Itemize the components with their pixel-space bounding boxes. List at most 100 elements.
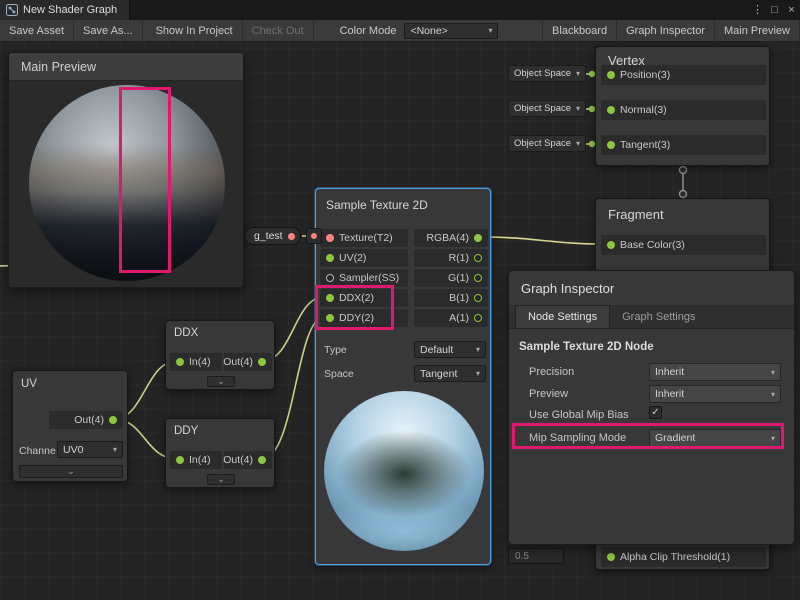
window-close-icon[interactable]: × <box>783 0 800 20</box>
alphaclip-default-value[interactable]: 0.5 <box>508 548 564 564</box>
tangent-port[interactable] <box>607 141 615 149</box>
graph-inspector-panel[interactable]: Graph Inspector Node Settings Graph Sett… <box>508 270 795 545</box>
output-slot-b[interactable]: B(1) <box>414 289 488 307</box>
input-slot-sampler[interactable]: Sampler(SS) <box>320 269 408 287</box>
show-in-project-label: Show In Project <box>156 25 233 37</box>
graph-inspector-toggle-button[interactable]: Graph Inspector <box>617 20 715 41</box>
uv-out-slot[interactable]: Out(4) <box>49 411 123 429</box>
window-controls: ⋮ □ × <box>749 0 800 20</box>
chevron-down-icon: ⌄ <box>217 377 225 386</box>
position-label: Position(3) <box>620 69 670 81</box>
property-output-port[interactable] <box>288 233 295 240</box>
r-output-port[interactable] <box>474 254 482 262</box>
rgba-output-label: RGBA(4) <box>426 232 469 244</box>
main-preview-sphere <box>29 85 225 281</box>
ddx-input-port[interactable] <box>326 294 334 302</box>
basecolor-label: Base Color(3) <box>620 239 685 251</box>
position-port[interactable] <box>607 71 615 79</box>
a-output-port[interactable] <box>474 314 482 322</box>
color-mode-dropdown[interactable]: <None> ▾ <box>404 23 498 39</box>
normal-port[interactable] <box>607 106 615 114</box>
blackboard-toggle-button[interactable]: Blackboard <box>542 20 617 41</box>
graph-inspector-title: Graph Inspector <box>521 281 614 296</box>
basecolor-port[interactable] <box>607 241 615 249</box>
object-space-dropdown-3[interactable]: Object Space ▾ <box>508 135 586 152</box>
b-output-port[interactable] <box>474 294 482 302</box>
ddy-in-port[interactable] <box>176 456 184 464</box>
ddx-out-slot[interactable]: Out(4) <box>224 353 272 371</box>
tab-node-settings[interactable]: Node Settings <box>515 305 610 328</box>
show-in-project-button[interactable]: Show In Project <box>147 20 243 41</box>
output-slot-rgba[interactable]: RGBA(4) <box>414 229 488 247</box>
ddx-in-port[interactable] <box>176 358 184 366</box>
ddy-out-slot[interactable]: Out(4) <box>224 451 272 469</box>
sample-texture-2d-node[interactable]: Sample Texture 2D Texture(T2) UV(2) Samp… <box>315 188 491 565</box>
save-asset-button[interactable]: Save Asset <box>0 20 74 41</box>
property-port-dot[interactable] <box>311 233 317 239</box>
wire-rgba-to-basecolor[interactable] <box>480 237 605 244</box>
uv-node[interactable]: UV Out(4) Channe UV0 ▾ ⌄ <box>12 370 128 482</box>
input-slot-texture[interactable]: Texture(T2) <box>320 229 408 247</box>
dropdown-arrow-icon: ▾ <box>576 69 580 78</box>
ddy-collapse-chevron[interactable]: ⌄ <box>207 474 235 485</box>
input-slot-ddx[interactable]: DDX(2) <box>320 289 408 307</box>
sampler-input-label: Sampler(SS) <box>339 272 399 284</box>
save-as-label: Save As... <box>83 25 133 37</box>
ddx-in-slot[interactable]: In(4) <box>170 353 222 371</box>
ddy-in-slot[interactable]: In(4) <box>170 451 222 469</box>
ddx-collapse-chevron[interactable]: ⌄ <box>207 376 235 387</box>
vertex-slot-tangent[interactable]: Tangent(3) <box>601 135 766 155</box>
main-preview-toggle-button[interactable]: Main Preview <box>715 20 800 41</box>
normal-label: Normal(3) <box>620 104 667 116</box>
preview-dropdown[interactable]: Inherit ▾ <box>649 385 781 403</box>
space-dropdown[interactable]: Tangent ▾ <box>414 365 486 382</box>
ddy-node[interactable]: DDY In(4) Out(4) ⌄ <box>165 418 275 488</box>
window-menu-icon[interactable]: ⋮ <box>749 0 766 20</box>
ddy-out-port[interactable] <box>258 456 266 464</box>
input-slot-uv[interactable]: UV(2) <box>320 249 408 267</box>
fragment-slot-alphaclip[interactable]: Alpha Clip Threshold(1) <box>601 547 766 567</box>
ddx-node[interactable]: DDX In(4) Out(4) ⌄ <box>165 320 275 390</box>
vertex-node[interactable]: Vertex Position(3) Normal(3) Tangent(3) <box>595 46 770 166</box>
document-tab[interactable]: New Shader Graph <box>0 0 130 20</box>
rgba-output-port[interactable] <box>474 234 482 242</box>
input-slot-ddy[interactable]: DDY(2) <box>320 309 408 327</box>
type-dropdown[interactable]: Default ▾ <box>414 341 486 358</box>
output-slot-g[interactable]: G(1) <box>414 269 488 287</box>
save-as-button[interactable]: Save As... <box>74 20 143 41</box>
window-maximize-icon[interactable]: □ <box>766 0 783 20</box>
main-preview-panel[interactable]: Main Preview <box>8 52 244 288</box>
main-preview-label: Main Preview <box>724 25 790 37</box>
check-out-button[interactable]: Check Out <box>243 20 314 41</box>
sampler-input-port[interactable] <box>326 274 334 282</box>
main-preview-header[interactable]: Main Preview <box>9 53 243 81</box>
uv-out-port[interactable] <box>109 416 117 424</box>
alphaclip-port[interactable] <box>607 553 615 561</box>
vertex-stack-dot <box>680 167 687 174</box>
object-space-value-2: Object Space <box>514 103 571 114</box>
tab-graph-settings-label: Graph Settings <box>622 311 695 323</box>
output-slot-r[interactable]: R(1) <box>414 249 488 267</box>
object-space-dropdown-1[interactable]: Object Space ▾ <box>508 65 586 82</box>
mip-mode-dropdown[interactable]: Gradient ▾ <box>649 429 781 447</box>
vertex-slot-position[interactable]: Position(3) <box>601 65 766 85</box>
property-node-gtest[interactable]: g_test <box>244 227 301 245</box>
object-space-dropdown-2[interactable]: Object Space ▾ <box>508 100 586 117</box>
g-output-port[interactable] <box>474 274 482 282</box>
tab-graph-settings[interactable]: Graph Settings <box>610 305 707 328</box>
precision-dropdown[interactable]: Inherit ▾ <box>649 363 781 381</box>
output-slot-a[interactable]: A(1) <box>414 309 488 327</box>
uv-channel-dropdown[interactable]: UV0 ▾ <box>57 441 123 458</box>
uv-collapse-chevron[interactable]: ⌄ <box>19 465 123 478</box>
ddy-input-port[interactable] <box>326 314 334 322</box>
uv-input-port[interactable] <box>326 254 334 262</box>
ddx-out-port[interactable] <box>258 358 266 366</box>
ddy-input-label: DDY(2) <box>339 312 374 324</box>
vertex-slot-normal[interactable]: Normal(3) <box>601 100 766 120</box>
mip-bias-checkbox[interactable]: ✓ <box>649 406 662 419</box>
property-port-box[interactable] <box>306 228 322 244</box>
object-space-value-3: Object Space <box>514 138 571 149</box>
fragment-slot-basecolor[interactable]: Base Color(3) <box>601 235 766 255</box>
color-mode-label: Color Mode <box>314 20 405 41</box>
texture-input-port[interactable] <box>326 234 334 242</box>
